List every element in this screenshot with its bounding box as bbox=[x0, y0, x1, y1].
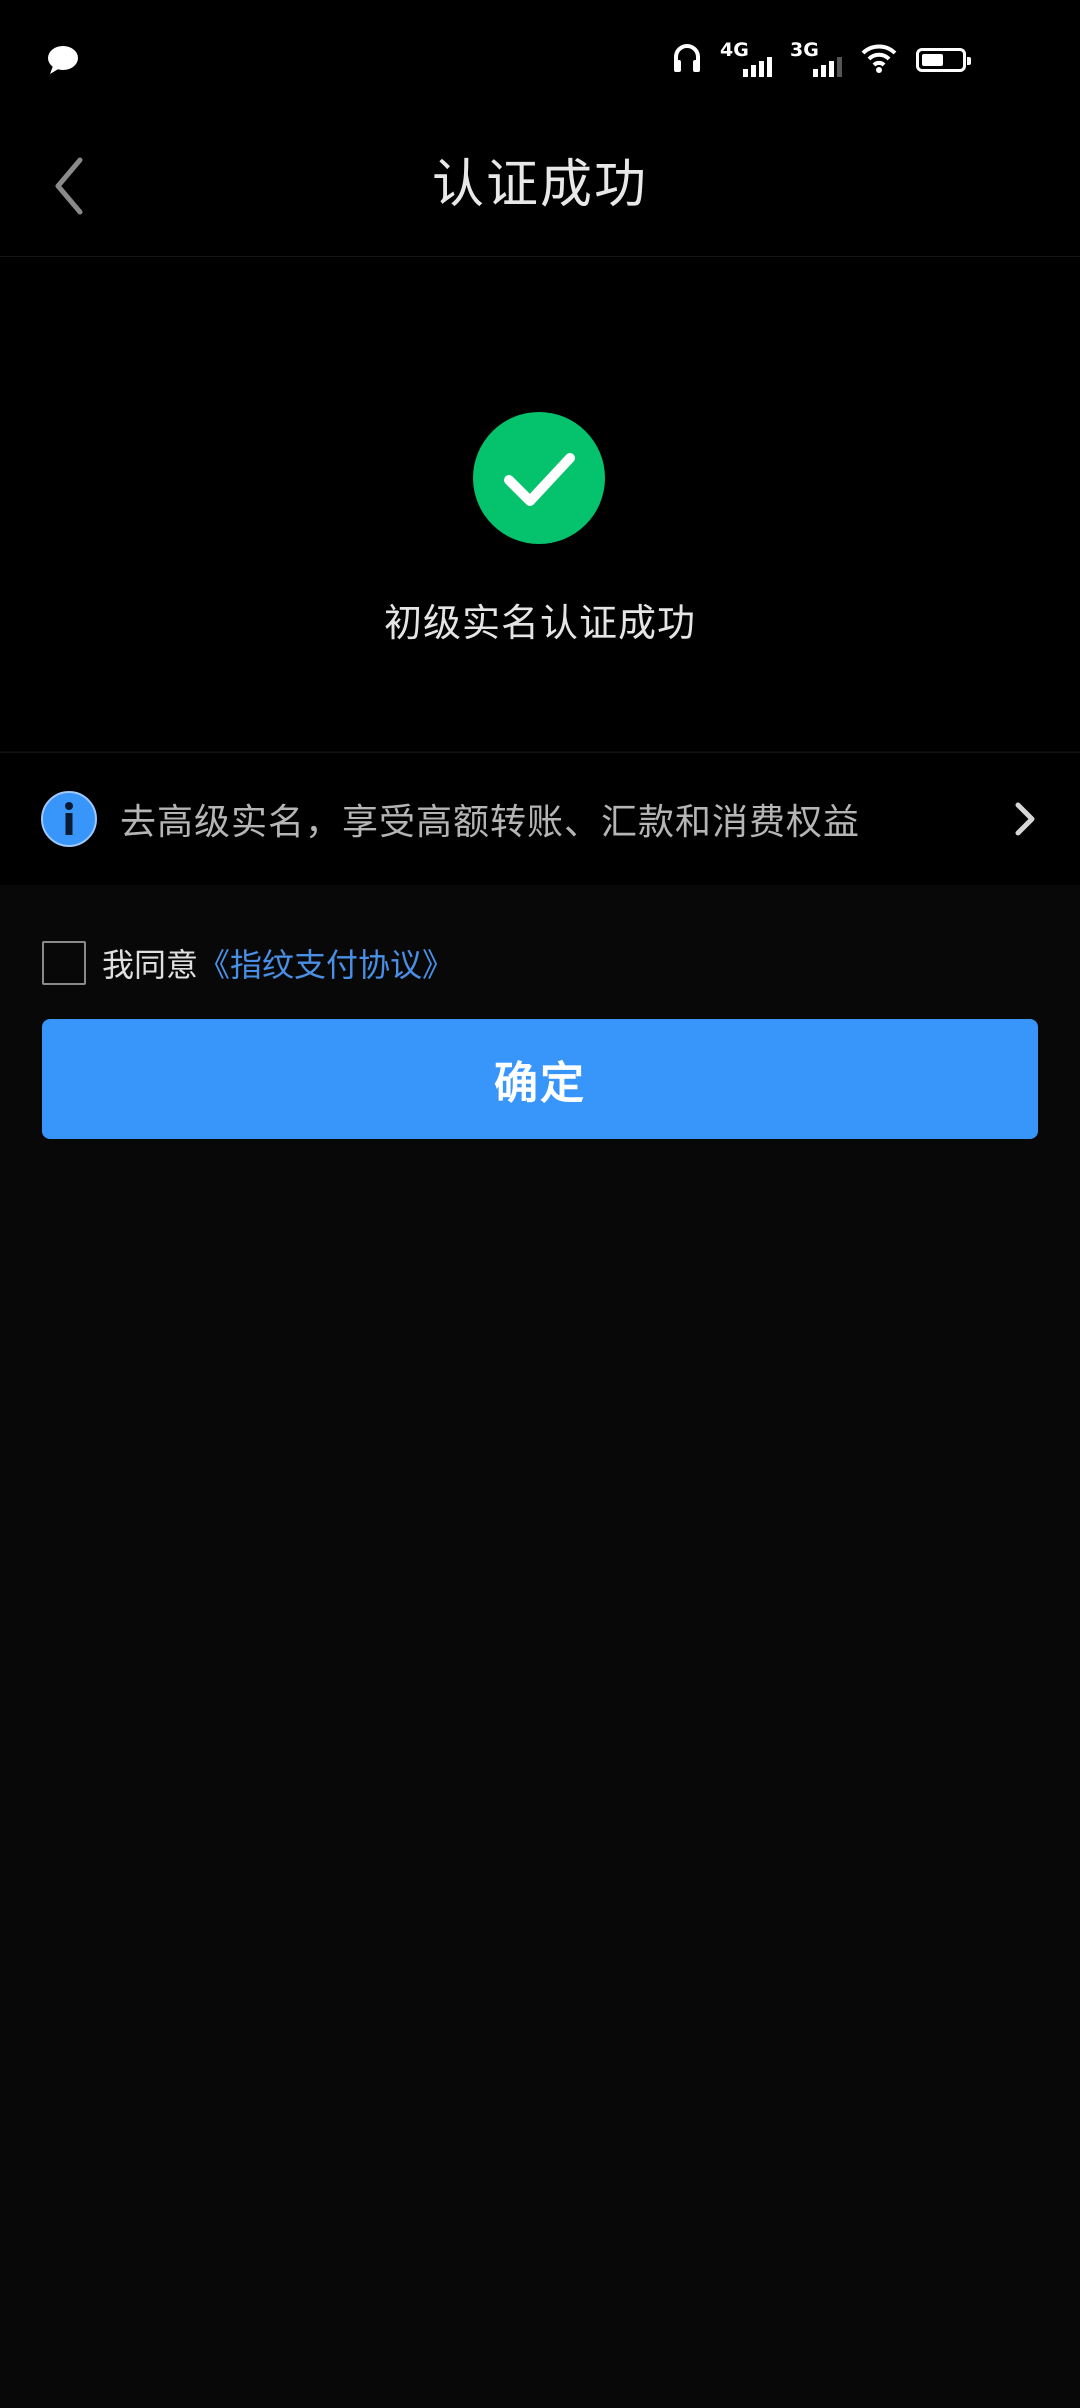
battery-icon bbox=[916, 48, 971, 72]
nav-bar: 认证成功 bbox=[0, 120, 1080, 257]
info-icon bbox=[40, 790, 98, 848]
result-message: 初级实名认证成功 bbox=[383, 601, 696, 645]
agreement-prefix: 我同意 bbox=[102, 946, 199, 984]
message-icon bbox=[46, 44, 80, 80]
wifi-icon bbox=[860, 42, 898, 78]
signal-4g-icon: 4G bbox=[720, 39, 772, 79]
headphones-icon bbox=[672, 42, 702, 78]
battery-level bbox=[922, 54, 943, 66]
result-section: 初级实名认证成功 bbox=[0, 257, 1080, 751]
page-title: 认证成功 bbox=[431, 155, 648, 215]
upgrade-text: 去高级实名，享受高额转账、汇款和消费权益 bbox=[120, 802, 861, 843]
status-bar: 4G 3G bbox=[0, 0, 1080, 120]
check-circle-icon bbox=[473, 412, 605, 544]
agreement-link[interactable]: 《指纹支付协议》 bbox=[198, 940, 454, 986]
upgrade-banner[interactable]: 去高级实名，享受高额转账、汇款和消费权益 bbox=[0, 752, 1080, 885]
chevron-right-icon bbox=[1008, 799, 1042, 839]
confirm-button[interactable]: 确定 bbox=[42, 1019, 1038, 1139]
agreement-row: 我同意 《指纹支付协议》 bbox=[42, 939, 454, 987]
signal-3g-icon: 3G bbox=[790, 39, 842, 79]
status-icons: 4G 3G bbox=[672, 39, 971, 80]
agreement-checkbox[interactable] bbox=[42, 941, 86, 985]
